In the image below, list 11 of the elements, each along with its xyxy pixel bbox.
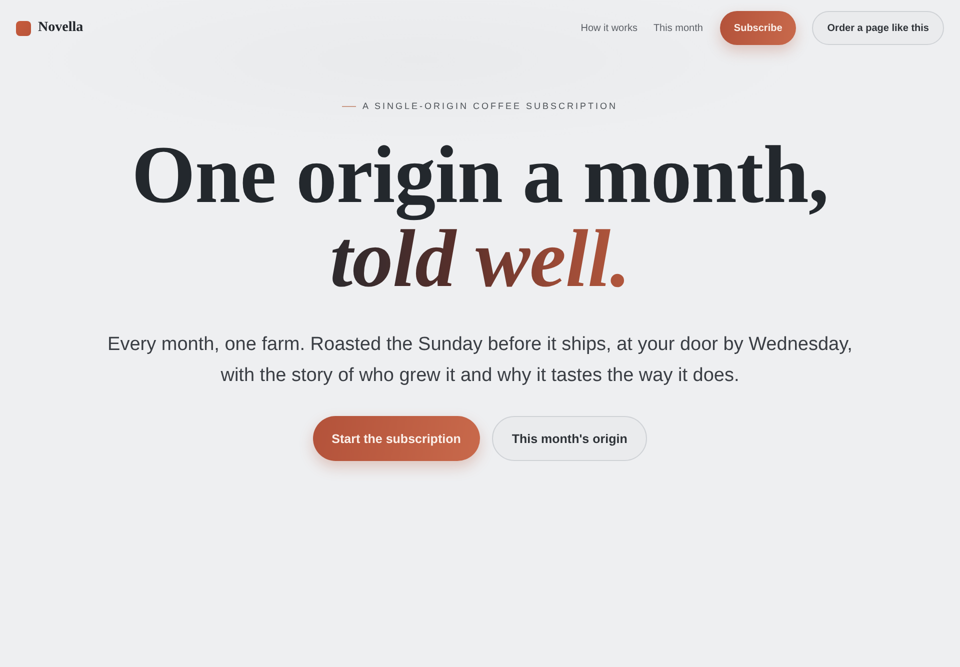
hero-title: One origin a month, told well.: [132, 133, 828, 301]
origin-button[interactable]: This month's origin: [492, 416, 648, 461]
start-subscription-button[interactable]: Start the subscription: [312, 416, 480, 461]
brand-name: Novella: [38, 20, 84, 36]
order-button[interactable]: Order a page like this: [812, 11, 944, 45]
subscribe-button[interactable]: Subscribe: [720, 11, 796, 45]
nav-link[interactable]: This month: [653, 22, 703, 34]
hero-subtitle: Every month, one farm. Roasted the Sunday before it ships, at your door by Wednesday, with the story of who grew it and why it tastes the way it does.: [106, 333, 854, 388]
nav-link[interactable]: How it works: [580, 22, 638, 34]
logo-icon: [16, 20, 31, 36]
eyebrow-text: A SINGLE-ORIGIN COFFEE SUBSCRIPTION: [362, 101, 618, 111]
